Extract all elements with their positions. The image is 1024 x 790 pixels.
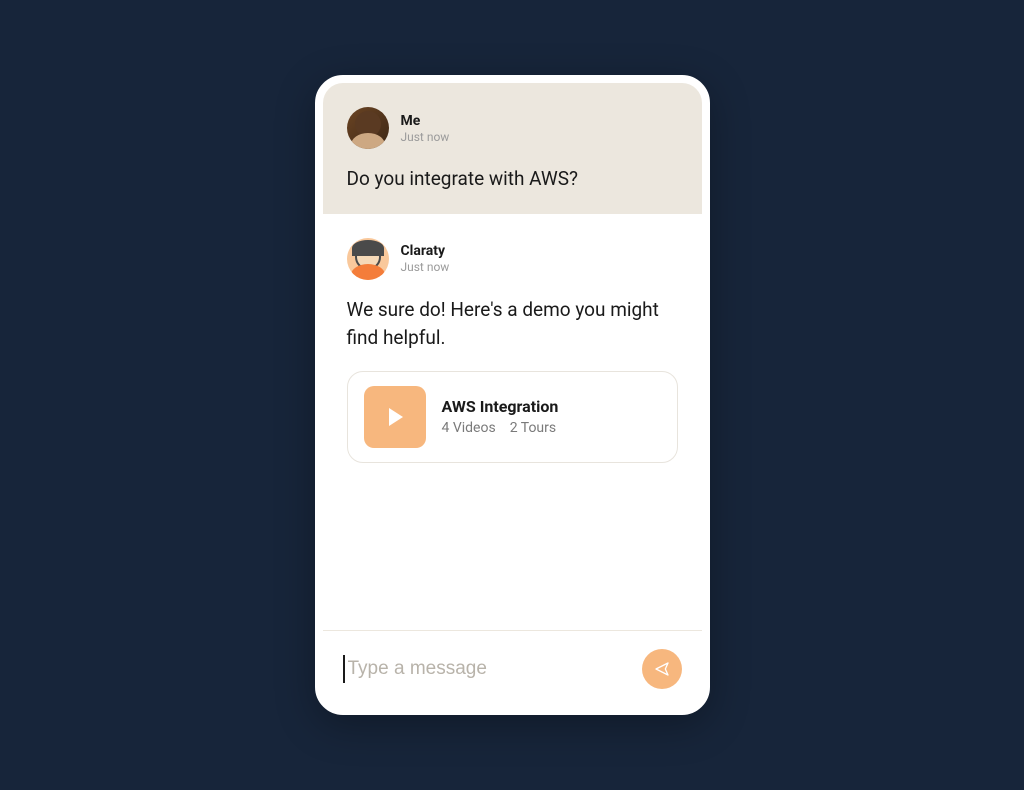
- bot-timestamp: Just now: [401, 260, 450, 274]
- bot-message-text: We sure do! Here's a demo you might find…: [347, 296, 678, 353]
- bot-sender-name: Claraty: [401, 243, 450, 259]
- bot-message-header: Claraty Just now: [347, 238, 678, 280]
- user-name-block: Me Just now: [401, 113, 450, 144]
- demo-card-meta: 4 Videos 2 Tours: [442, 420, 559, 436]
- play-thumbnail: [364, 386, 426, 448]
- bot-name-block: Claraty Just now: [401, 243, 450, 274]
- videos-count-label: 4 Videos: [442, 420, 496, 436]
- user-message-header: Me Just now: [347, 107, 678, 149]
- demo-card-title: AWS Integration: [442, 397, 559, 416]
- play-icon: [389, 408, 403, 426]
- send-icon: [654, 661, 670, 677]
- tours-count-label: 2 Tours: [510, 420, 556, 436]
- send-button[interactable]: [642, 649, 682, 689]
- user-timestamp: Just now: [401, 130, 450, 144]
- user-message-block: Me Just now Do you integrate with AWS?: [323, 83, 702, 214]
- bot-avatar: [347, 238, 389, 280]
- demo-card[interactable]: AWS Integration 4 Videos 2 Tours: [347, 371, 678, 463]
- chat-window: Me Just now Do you integrate with AWS? C…: [315, 75, 710, 715]
- bot-message-block: Claraty Just now We sure do! Here's a de…: [323, 214, 702, 631]
- composer: [323, 630, 702, 707]
- user-message-text: Do you integrate with AWS?: [347, 165, 678, 194]
- user-avatar: [347, 107, 389, 149]
- message-input[interactable]: [343, 655, 630, 683]
- demo-card-info: AWS Integration 4 Videos 2 Tours: [442, 397, 559, 436]
- user-sender-name: Me: [401, 113, 450, 129]
